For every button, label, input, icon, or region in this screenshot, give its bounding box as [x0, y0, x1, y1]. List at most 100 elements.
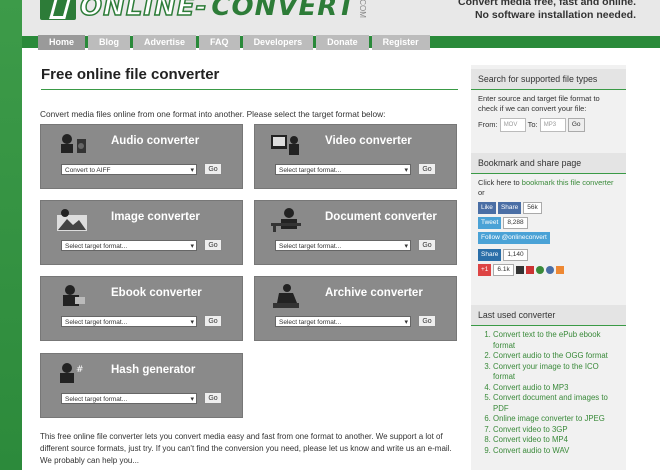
page-title: Free online file converter	[41, 65, 458, 90]
svg-text:#: #	[76, 365, 84, 375]
google-plus-button[interactable]: +1	[478, 264, 492, 276]
audio-target-select[interactable]: Convert to AIFF	[61, 164, 197, 176]
audio-converter-card: Audio converter Convert to AIFF Go	[40, 124, 243, 189]
logo-text-convert: CONVERT	[211, 0, 356, 22]
hash-go-button[interactable]: Go	[204, 392, 222, 404]
description-text: This free online file converter lets you…	[40, 432, 452, 465]
card-title: Video converter	[325, 135, 412, 147]
video-icon	[271, 135, 299, 155]
list-item[interactable]: Convert audio to WAV	[493, 446, 619, 457]
intro-text: Convert media files online from one form…	[40, 109, 386, 119]
tweet-count: 8,288	[503, 217, 528, 229]
archive-go-button[interactable]: Go	[418, 315, 436, 327]
document-target-select[interactable]: Select target format...	[275, 240, 411, 252]
logo-tld: .COM	[357, 0, 367, 18]
hash-generator-card: # Hash generator Select target format...…	[40, 353, 243, 418]
audio-go-button[interactable]: Go	[204, 163, 222, 175]
nav-faq[interactable]: FAQ	[199, 35, 240, 50]
card-title: Archive converter	[325, 287, 423, 299]
nav-home[interactable]: Home	[38, 35, 86, 50]
ebook-icon	[63, 285, 85, 306]
audio-icon	[61, 134, 86, 153]
bookmark-text-pre: Click here to	[478, 178, 522, 187]
linkedin-count: 1,140	[503, 249, 528, 261]
facebook-share-button[interactable]: Share	[497, 202, 522, 214]
from-label: From:	[478, 119, 498, 129]
document-go-button[interactable]: Go	[418, 239, 436, 251]
video-go-button[interactable]: Go	[418, 163, 436, 175]
ebook-target-select[interactable]: Select target format...	[61, 316, 197, 328]
list-item[interactable]: Convert audio to MP3	[493, 383, 619, 394]
list-item[interactable]: Convert audio to the OGG format	[493, 351, 619, 362]
google-plus-count: 6.1k	[493, 264, 514, 276]
tagline-line2: No software installation needed.	[474, 9, 636, 21]
stumbleupon-icon[interactable]	[536, 266, 544, 274]
bookmark-box-title: Bookmark and share page	[471, 153, 626, 174]
header: ONLINE- CONVERT .COM Convert media free, f…	[22, 0, 660, 36]
archive-icon	[273, 284, 299, 308]
image-go-button[interactable]: Go	[204, 239, 222, 251]
list-item[interactable]: Convert video to 3GP	[493, 425, 619, 436]
search-go-button[interactable]: Go	[567, 118, 585, 132]
card-title: Audio converter	[111, 135, 200, 147]
document-converter-card: Document converter Select target format.…	[254, 200, 457, 265]
list-item[interactable]: Convert video to MP4	[493, 435, 619, 446]
bookmark-text: Click here to bookmark this file convert…	[478, 178, 619, 198]
nav-developers[interactable]: Developers	[242, 35, 314, 50]
card-title: Document converter	[325, 211, 437, 223]
image-target-select[interactable]: Select target format...	[61, 240, 197, 252]
delicious-icon[interactable]	[515, 266, 524, 274]
bookmark-link[interactable]: bookmark this file converter	[522, 178, 614, 187]
sidebar: Search for supported file types Enter so…	[471, 65, 626, 470]
list-item[interactable]: Online image converter to JPEG	[493, 414, 619, 425]
bookmark-box: Bookmark and share page Click here to bo…	[471, 153, 626, 280]
linkedin-share-button[interactable]: Share	[478, 249, 502, 261]
like-count: 56k	[523, 202, 542, 214]
list-item[interactable]: Convert document and images to PDF	[493, 393, 619, 414]
search-box-text: Enter source and target file format to c…	[478, 94, 600, 113]
last-used-list: Convert text to the ePub ebook format Co…	[473, 330, 619, 456]
last-used-box: Last used converter Convert text to the …	[471, 305, 626, 460]
main-content: Free online file converter Convert media…	[38, 65, 458, 470]
image-converter-card: Image converter Select target format... …	[40, 200, 243, 265]
from-format-input[interactable]: MOV	[499, 118, 526, 132]
share-icon[interactable]	[546, 266, 555, 274]
video-converter-card: Video converter Select target format... …	[254, 124, 457, 189]
archive-converter-card: Archive converter Select target format..…	[254, 276, 457, 341]
tweet-button[interactable]: Tweet	[478, 217, 502, 229]
left-green-bar	[0, 0, 22, 470]
nav-register[interactable]: Register	[371, 35, 430, 50]
document-icon	[271, 208, 301, 232]
to-format-input[interactable]: MP3	[539, 118, 566, 132]
video-target-select[interactable]: Select target format...	[275, 164, 411, 176]
list-item[interactable]: Convert your image to the ICO format	[493, 362, 619, 383]
card-title: Ebook converter	[111, 287, 202, 299]
tagline: Convert media free, fast and online. No …	[458, 0, 636, 22]
list-item[interactable]: Convert text to the ePub ebook format	[493, 330, 619, 351]
card-title: Hash generator	[111, 364, 196, 376]
twitter-follow-button[interactable]: Follow @onlineconvert	[478, 232, 550, 244]
card-title: Image converter	[111, 211, 200, 223]
ebook-go-button[interactable]: Go	[204, 315, 222, 327]
nav-blog[interactable]: Blog	[88, 35, 131, 50]
facebook-like-button[interactable]: Like	[478, 202, 496, 214]
logo-text-online: ONLINE-	[79, 0, 208, 23]
digg-icon[interactable]	[525, 266, 534, 274]
search-box: Search for supported file types Enter so…	[471, 69, 626, 136]
archive-target-select[interactable]: Select target format...	[275, 316, 411, 328]
image-icon	[57, 209, 87, 231]
nav-donate[interactable]: Donate	[316, 35, 369, 50]
main-nav: Home Blog Advertise FAQ Developers Donat…	[38, 35, 430, 50]
ebook-converter-card: Ebook converter Select target format... …	[40, 276, 243, 341]
reddit-icon[interactable]	[556, 266, 565, 274]
search-box-title: Search for supported file types	[471, 69, 626, 90]
hash-icon: #	[60, 363, 84, 383]
hash-target-select[interactable]: Select target format...	[61, 393, 197, 405]
last-used-title: Last used converter	[471, 305, 626, 326]
nav-advertise[interactable]: Advertise	[133, 35, 197, 50]
logo-icon	[40, 0, 76, 20]
tagline-line1: Convert media free, fast and online.	[458, 0, 636, 8]
to-label: To:	[527, 119, 538, 129]
site-logo[interactable]: ONLINE- CONVERT .COM	[40, 0, 367, 23]
bookmark-text-post: or	[478, 188, 485, 197]
